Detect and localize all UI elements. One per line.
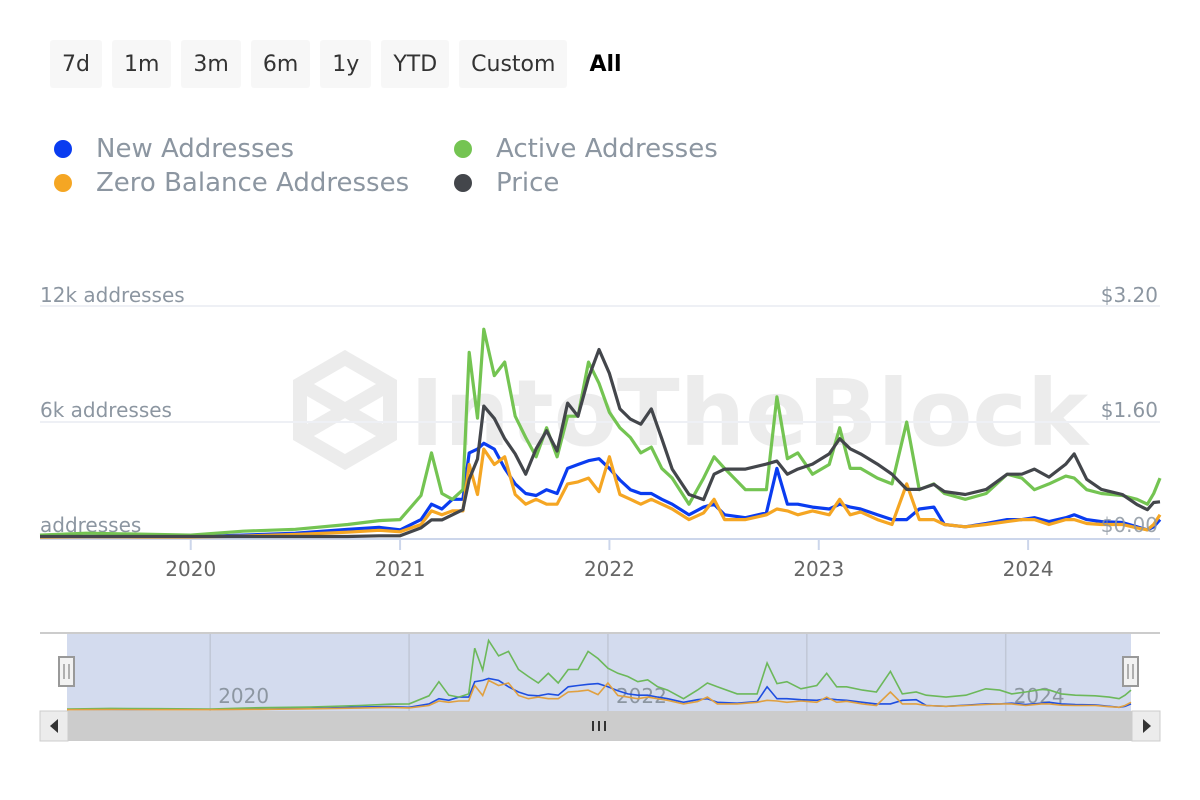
y-right-tick-label: $3.20: [1101, 283, 1158, 307]
y-tick-label: 12k addresses: [40, 283, 185, 307]
navigator-handle-left[interactable]: [58, 656, 75, 687]
x-tick-label: 2020: [165, 557, 216, 581]
grid: [40, 305, 1160, 540]
navigator[interactable]: 2020 2022 2024: [39, 632, 1161, 742]
watermark: IntoTheBlock: [293, 349, 1090, 471]
y-right-tick-label: $0.00: [1101, 513, 1158, 537]
y-right-tick-label: $1.60: [1101, 398, 1158, 422]
x-tick-label: 2023: [793, 557, 844, 581]
x-tick-label: 2022: [584, 557, 635, 581]
chart-svg: IntoTheBlock 12k addresses 6k addresses …: [39, 283, 1162, 742]
y-tick-label: 6k addresses: [40, 398, 172, 422]
x-tick-label: 2021: [375, 557, 426, 581]
navigator-handle-right[interactable]: [1122, 656, 1139, 687]
y-axis-left: 12k addresses 6k addresses addresses: [40, 283, 185, 537]
x-axis: 2020 2021 2022 2023 2024: [165, 539, 1054, 581]
x-tick-label: 2024: [1003, 557, 1054, 581]
y-axis-right: $3.20 $1.60: [1101, 283, 1158, 422]
navigator-tick-label: 2020: [218, 684, 269, 708]
watermark-logo-icon: [293, 349, 397, 471]
